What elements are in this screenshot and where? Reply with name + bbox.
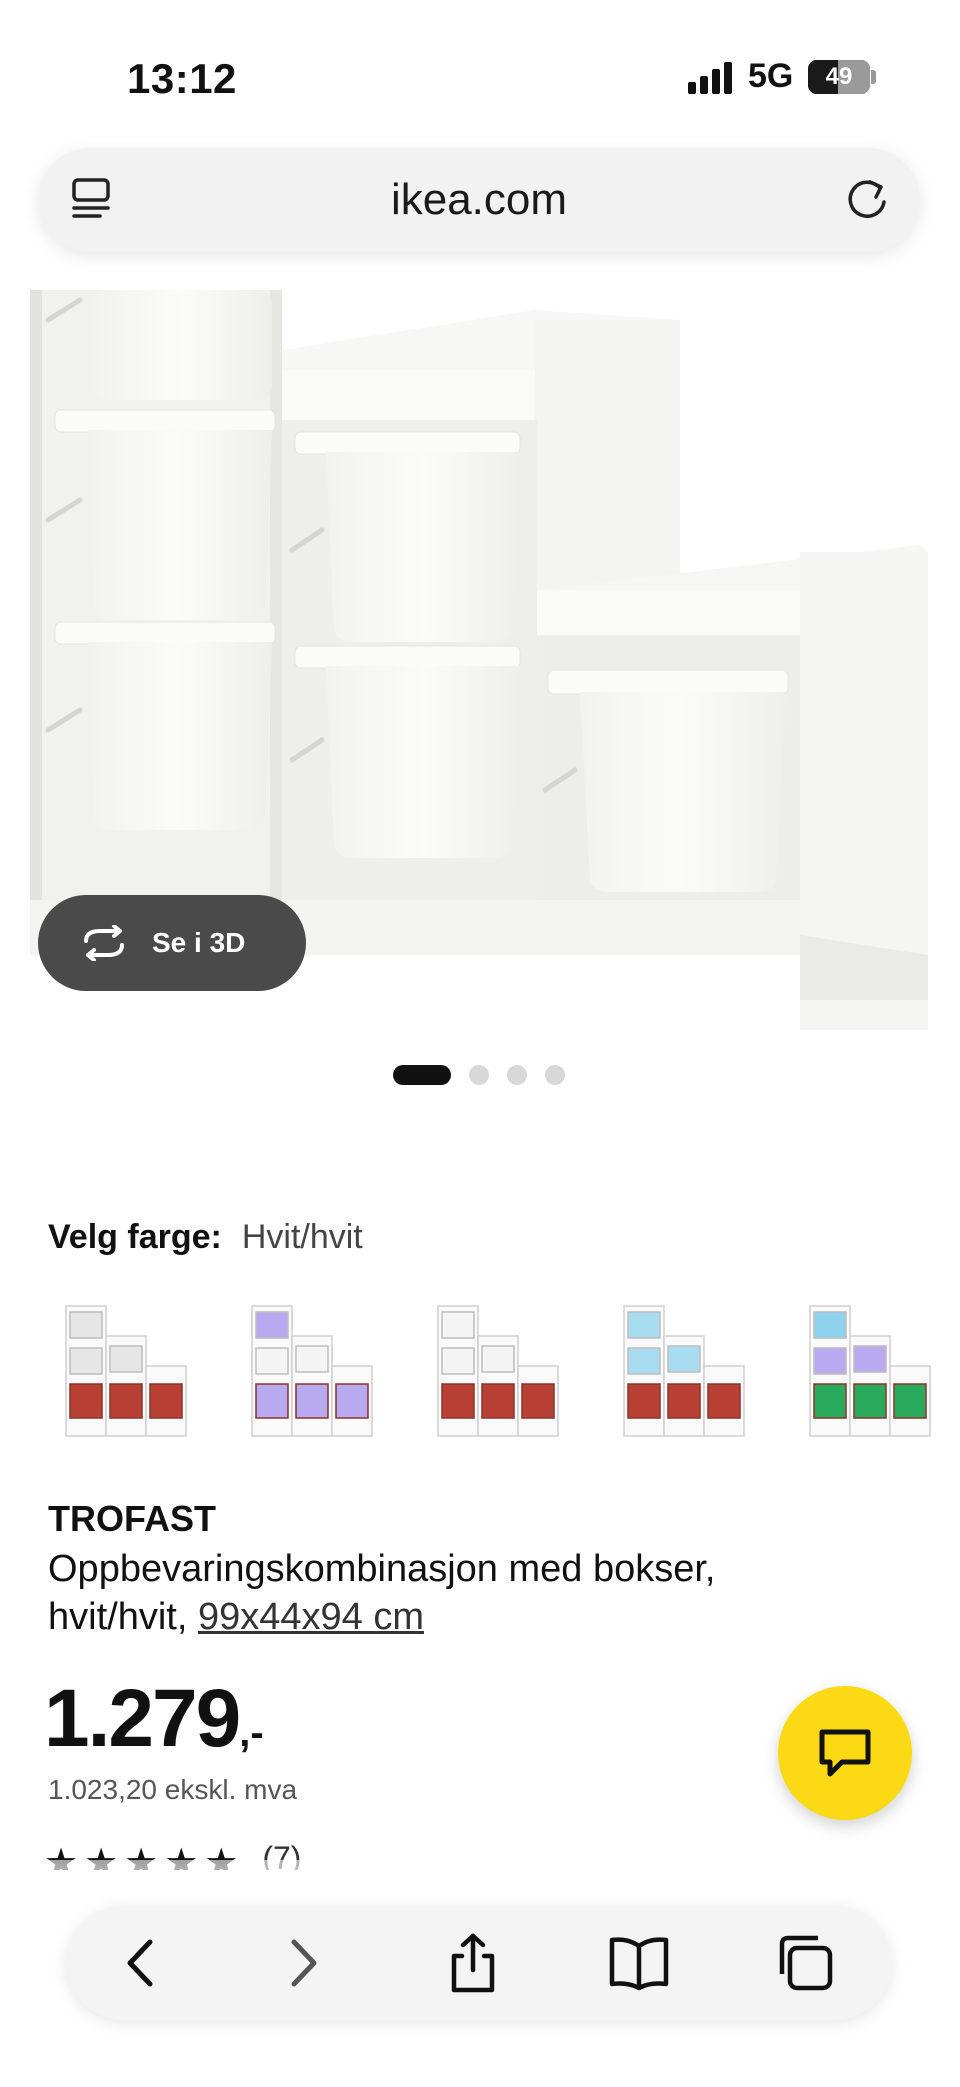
selected-color: Hvit/hvit <box>241 1218 363 1256</box>
url-domain[interactable]: ikea.com <box>38 148 920 252</box>
color-swatch-thumbnail <box>623 1305 745 1437</box>
color-swatch-thumbnail <box>251 1305 373 1437</box>
pagination-dot-4[interactable] <box>545 1065 565 1085</box>
chat-button[interactable] <box>778 1686 912 1820</box>
battery-percent: 49 <box>825 63 853 90</box>
tabs-icon[interactable] <box>774 1932 836 1994</box>
forward-icon[interactable] <box>272 1932 334 1994</box>
cellular-signal-icon <box>688 62 732 94</box>
color-selector-heading: Velg farge: Hvit/hvit <box>48 1218 363 1257</box>
color-swatch-thumbnail <box>437 1305 559 1437</box>
color-swatch-white-red[interactable] <box>48 1286 198 1446</box>
view-3d-label: Se i 3D <box>152 927 246 958</box>
color-swatch-white-purple[interactable] <box>234 1286 384 1446</box>
pagination-dot-1[interactable] <box>393 1065 451 1085</box>
color-label: Velg farge: <box>48 1218 222 1256</box>
status-time: 13:12 <box>127 55 237 102</box>
color-swatch-white-red-2[interactable] <box>420 1286 570 1446</box>
product-brand: TROFAST <box>48 1498 216 1539</box>
color-swatch-blue-purple-green[interactable] <box>792 1286 942 1446</box>
browser-toolbar <box>66 1906 892 2020</box>
address-bar[interactable]: ikea.com <box>38 148 920 252</box>
product-dimensions-link[interactable]: 99x44x94 cm <box>198 1596 424 1638</box>
battery-tip <box>871 70 876 84</box>
color-swatch-list <box>48 1286 948 1446</box>
gallery-pagination <box>393 1064 565 1086</box>
battery-icon: 49 <box>808 60 870 94</box>
pagination-dot-3[interactable] <box>507 1065 527 1085</box>
chat-icon <box>819 1729 871 1777</box>
price-main: 1.279 <box>44 1673 241 1764</box>
reload-icon[interactable] <box>842 174 892 224</box>
view-3d-button[interactable]: Se i 3D <box>38 895 306 991</box>
price-ex-vat: 1.023,20 ekskl. mva <box>48 1774 298 1805</box>
product-price: 1.279,- <box>44 1672 264 1766</box>
pagination-dot-2[interactable] <box>469 1065 489 1085</box>
back-icon[interactable] <box>110 1932 172 1994</box>
network-type: 5G <box>748 57 794 95</box>
color-swatch-thumbnail <box>809 1305 931 1437</box>
price-suffix: ,- <box>239 1711 264 1755</box>
product-description: Oppbevaringskombinasjon med bokser, hvit… <box>48 1545 808 1641</box>
bookmarks-icon[interactable] <box>608 1932 670 1994</box>
share-icon[interactable] <box>442 1932 504 1994</box>
color-swatch-blue-red[interactable] <box>606 1286 756 1446</box>
status-bar: 13:12 5G 49 <box>0 0 960 150</box>
rotate-3d-icon <box>84 925 124 961</box>
color-swatch-thumbnail <box>65 1305 187 1437</box>
